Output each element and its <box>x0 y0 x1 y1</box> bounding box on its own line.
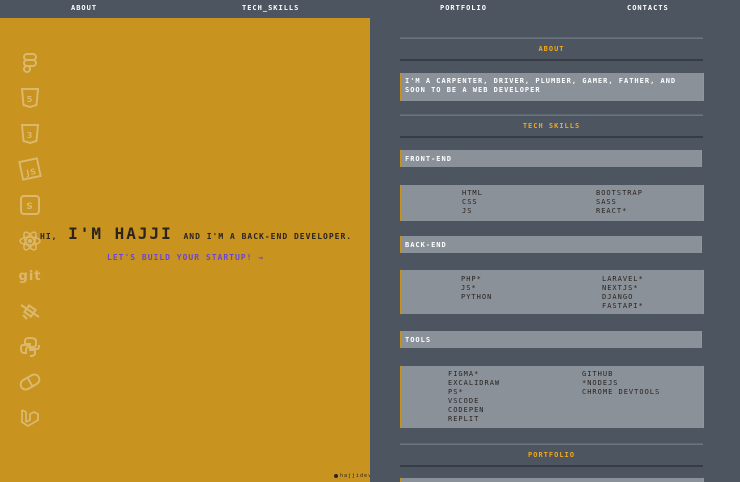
nav-tech-skills[interactable]: Tech_Skills <box>242 4 299 12</box>
cta-link[interactable]: Let's build your startup! → <box>107 253 264 262</box>
figma-icon <box>19 52 41 74</box>
top-nav: About Tech_Skills Portfolio Contacts <box>0 0 740 18</box>
hero-name: I'm Hajji <box>68 224 173 243</box>
frontend-left-list: HTML CSS JS <box>462 189 483 216</box>
backend-box: PHP* JS* Python Laravel* NextJS* Django … <box>400 270 704 314</box>
git-icon: git <box>18 268 42 284</box>
pill-icon <box>19 371 41 393</box>
list-item: Chrome DevTools <box>582 388 661 396</box>
backend-subheader[interactable]: Back-end <box>400 236 702 253</box>
nav-about[interactable]: About <box>71 4 97 12</box>
list-item: Django <box>602 293 634 301</box>
frontend-subheader[interactable]: Front-end <box>400 150 702 167</box>
credit-text: hajjidev <box>340 473 373 479</box>
list-item: Replit <box>448 415 480 423</box>
tools-left-list: Figma* Excalidraw PS* VSCode CodePen Rep… <box>448 370 500 424</box>
portfolio-box <box>400 478 704 482</box>
backend-right-list: Laravel* NextJS* Django FastAPI* <box>602 275 644 311</box>
svg-text:S: S <box>26 202 33 212</box>
content-panel: About I'm a carpenter, driver, plumber, … <box>370 18 740 482</box>
css3-icon: 3 <box>19 123 41 145</box>
list-item: GitHub <box>582 370 614 378</box>
sass-icon: S <box>19 194 41 216</box>
list-item: PS* <box>448 388 464 396</box>
list-item: SASS <box>596 198 617 206</box>
list-item: React* <box>596 207 628 215</box>
portfolio-header[interactable]: Portfolio <box>400 444 703 465</box>
list-item: CodePen <box>448 406 485 414</box>
list-item: CSS <box>462 198 478 206</box>
list-item: Python <box>461 293 493 301</box>
list-item: PHP* <box>461 275 482 283</box>
about-box: I'm a carpenter, driver, plumber, gamer,… <box>400 73 704 101</box>
hero-greeting: Hi, <box>40 232 58 241</box>
credit-logo-icon <box>334 474 338 478</box>
list-item: Excalidraw <box>448 379 501 387</box>
hero-heading: Hi, I'm Hajji and I'm a back-end develop… <box>40 224 352 243</box>
satellite-icon <box>19 300 41 322</box>
list-item: *NodeJS <box>582 379 619 387</box>
svg-text:5: 5 <box>27 95 34 104</box>
frontend-right-list: Bootstrap SASS React* <box>596 189 643 216</box>
laravel-icon <box>19 407 41 429</box>
about-text: I'm a carpenter, driver, plumber, gamer,… <box>405 77 677 94</box>
credit: hajjidev <box>334 473 372 479</box>
list-item: JS <box>462 207 473 215</box>
nav-contacts[interactable]: Contacts <box>627 4 669 12</box>
hero-panel: 5 3 JS S git Hi, I'm Hajji and I'm a ba <box>0 18 372 482</box>
tools-subheader[interactable]: Tools <box>400 331 702 348</box>
python-icon <box>19 336 41 358</box>
list-item: HTML <box>462 189 483 197</box>
list-item: Figma* <box>448 370 480 378</box>
list-item: NextJS* <box>602 284 639 292</box>
react-icon <box>19 230 41 252</box>
frontend-box: HTML CSS JS Bootstrap SASS React* <box>400 185 704 221</box>
about-header[interactable]: About <box>400 38 703 59</box>
hero-role: and I'm a back-end developer. <box>183 232 353 241</box>
tools-right-list: GitHub *NodeJS Chrome DevTools <box>582 370 660 397</box>
list-item: FastAPI* <box>602 302 644 310</box>
javascript-icon: JS <box>17 156 43 182</box>
list-item: Bootstrap <box>596 189 643 197</box>
html5-icon: 5 <box>19 87 41 109</box>
list-item: JS* <box>461 284 477 292</box>
nav-portfolio[interactable]: Portfolio <box>440 4 487 12</box>
list-item: VSCode <box>448 397 480 405</box>
svg-text:3: 3 <box>27 131 34 140</box>
list-item: Laravel* <box>602 275 644 283</box>
tech-skills-header[interactable]: Tech skills <box>400 115 703 136</box>
tools-box: Figma* Excalidraw PS* VSCode CodePen Rep… <box>400 366 704 428</box>
backend-left-list: PHP* JS* Python <box>461 275 492 302</box>
